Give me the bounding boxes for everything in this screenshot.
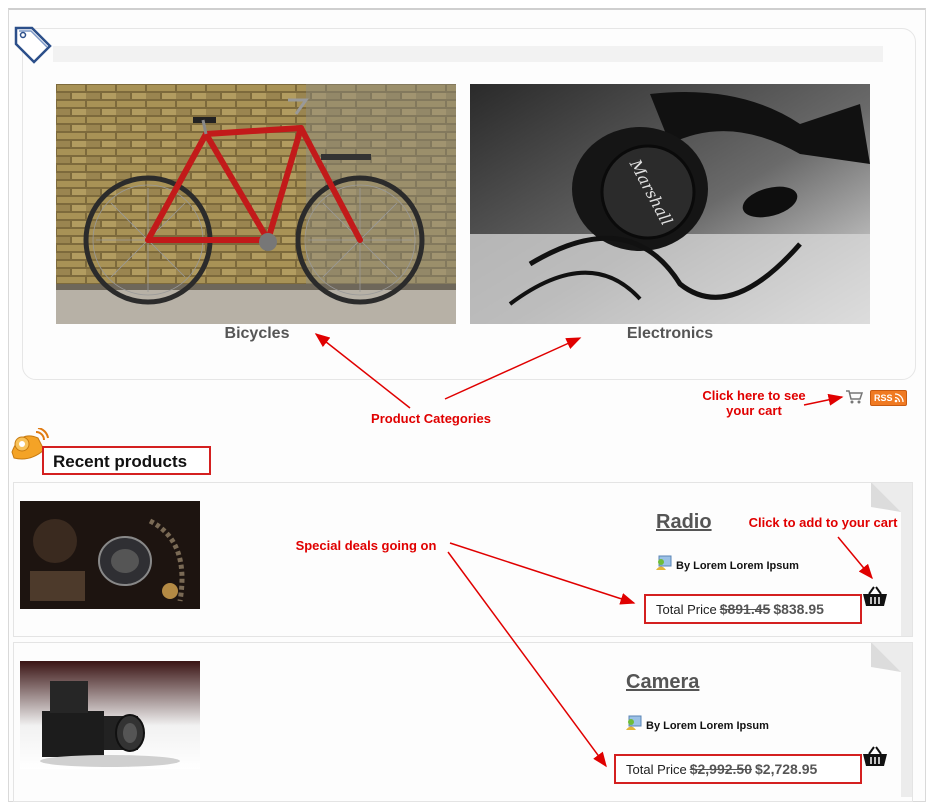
- rss-label: RSS: [874, 393, 893, 403]
- camera-photo: [20, 661, 200, 769]
- headphones-photo: Marshall: [470, 84, 870, 324]
- category-label-bicycles[interactable]: Bicycles: [190, 325, 324, 343]
- new-price: $2,728.95: [755, 761, 818, 777]
- author-icon: [626, 715, 642, 730]
- tag-icon: [14, 26, 52, 64]
- category-label-electronics[interactable]: Electronics: [590, 325, 750, 343]
- annotation-cart-line1: Click here to see: [702, 388, 806, 403]
- product-author-radio: By Lorem Lorem Ipsum: [676, 560, 799, 572]
- product-name-radio[interactable]: Radio: [656, 511, 712, 534]
- add-to-cart-basket-icon[interactable]: [862, 746, 888, 768]
- add-to-cart-basket-icon[interactable]: [862, 586, 888, 608]
- annotation-add-to-cart: Click to add to your cart: [748, 515, 898, 530]
- category-image-electronics[interactable]: Marshall: [470, 84, 870, 324]
- author-icon: [656, 555, 672, 570]
- price-box-camera: Total Price $2,992.50 $2,728.95: [614, 754, 862, 784]
- recent-products-title: Recent products: [42, 446, 211, 475]
- radio-photo: [20, 501, 200, 609]
- old-price: $891.45: [719, 601, 771, 617]
- product-author-camera: By Lorem Lorem Ipsum: [646, 720, 769, 732]
- product-image-camera[interactable]: [20, 661, 200, 769]
- rss-button[interactable]: RSS: [870, 390, 907, 406]
- product-name-camera[interactable]: Camera: [626, 671, 699, 694]
- product-image-radio[interactable]: [20, 501, 200, 609]
- rss-icon: [894, 393, 904, 403]
- new-price: $838.95: [773, 601, 824, 617]
- annotation-special-deals: Special deals going on: [295, 538, 437, 553]
- old-price: $2,992.50: [689, 761, 752, 777]
- cart-icon[interactable]: [845, 389, 863, 405]
- product-row-camera: Camera By Lorem Lorem Ipsum Total Price $…: [13, 642, 913, 802]
- price-label: Total Price: [656, 602, 717, 617]
- price-box-radio: Total Price $891.45 $838.95: [644, 594, 862, 624]
- price-label: Total Price: [626, 762, 687, 777]
- product-row-radio: Radio By Lorem Lorem Ipsum Total Price $8…: [13, 482, 913, 637]
- category-image-bicycles[interactable]: [56, 84, 456, 324]
- annotation-product-categories: Product Categories: [371, 411, 491, 426]
- bicycle-photo: [56, 84, 456, 324]
- annotation-cart-line2: your cart: [726, 403, 782, 418]
- categories-header-strip: [53, 46, 883, 62]
